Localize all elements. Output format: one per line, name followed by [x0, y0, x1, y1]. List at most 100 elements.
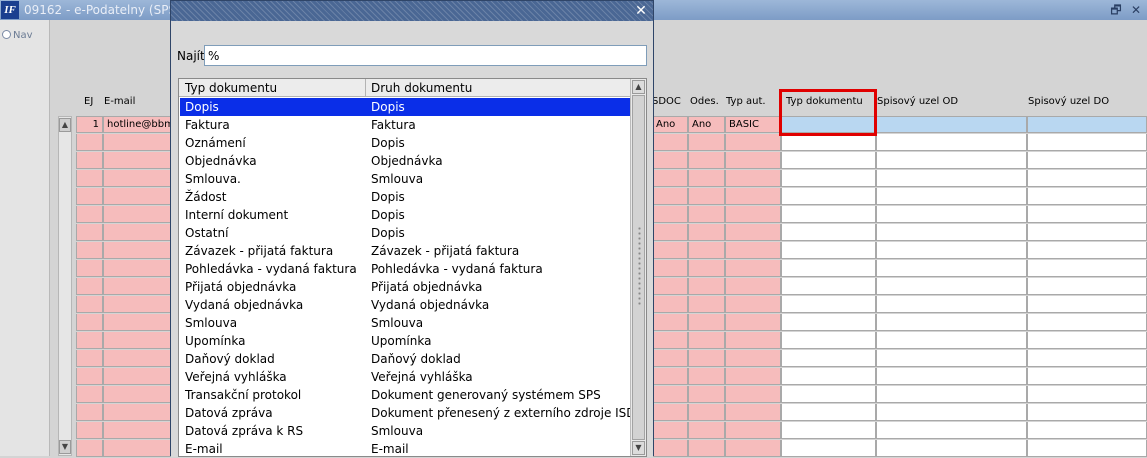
cell-odes[interactable] [688, 404, 725, 421]
cell-spis-do[interactable] [1027, 350, 1147, 367]
list-item[interactable]: Faktura Faktura [180, 116, 630, 134]
cell-spis-od[interactable] [876, 242, 1027, 259]
list-item[interactable]: Datová zpráva Dokument přenesený z extern… [180, 404, 643, 422]
cell-odes[interactable] [688, 242, 725, 259]
scroll-down-icon[interactable]: ▼ [632, 441, 645, 455]
list-item[interactable]: Objednávka Objednávka [180, 152, 630, 170]
list-item[interactable]: Žádost Dopis [180, 188, 630, 206]
cell-odes[interactable] [688, 440, 725, 457]
cell-typ-aut[interactable] [725, 368, 781, 385]
cell-sdoc[interactable]: Ano [652, 116, 688, 133]
cell-spis-od[interactable] [876, 206, 1027, 223]
cell-spis-do[interactable] [1027, 116, 1147, 133]
cell-ej[interactable] [76, 278, 103, 295]
cell-email[interactable] [103, 440, 171, 457]
cell-sdoc[interactable] [652, 332, 688, 349]
list-header-typ[interactable]: Typ dokumentu [185, 81, 277, 95]
cell-spis-od[interactable] [876, 368, 1027, 385]
cell-ej[interactable] [76, 242, 103, 259]
cell-odes[interactable] [688, 332, 725, 349]
cell-sdoc[interactable] [652, 152, 688, 169]
cell-email[interactable] [103, 278, 171, 295]
grid-scrollbar[interactable]: ▲ ▼ [58, 116, 72, 456]
cell-typ-dokumentu[interactable] [781, 152, 876, 169]
cell-spis-do[interactable] [1027, 134, 1147, 151]
cell-sdoc[interactable] [652, 224, 688, 241]
cell-spis-od[interactable] [876, 278, 1027, 295]
cell-email[interactable] [103, 170, 171, 187]
cell-ej[interactable] [76, 404, 103, 421]
cell-typ-dokumentu[interactable] [781, 260, 876, 277]
cell-ej[interactable] [76, 386, 103, 403]
cell-email[interactable] [103, 134, 171, 151]
cell-email[interactable] [103, 242, 171, 259]
cell-sdoc[interactable] [652, 440, 688, 457]
list-item[interactable]: Závazek - přijatá faktura Závazek - přija… [180, 242, 630, 260]
cell-sdoc[interactable] [652, 278, 688, 295]
cell-spis-od[interactable] [876, 332, 1027, 349]
cell-spis-od[interactable] [876, 440, 1027, 457]
cell-typ-aut[interactable] [725, 134, 781, 151]
cell-spis-od[interactable] [876, 296, 1027, 313]
cell-spis-do[interactable] [1027, 422, 1147, 439]
cell-typ-dokumentu[interactable] [781, 422, 876, 439]
cell-typ-aut[interactable] [725, 278, 781, 295]
cell-spis-do[interactable] [1027, 332, 1147, 349]
find-input[interactable] [204, 45, 647, 66]
cell-ej[interactable] [76, 134, 103, 151]
cell-email[interactable] [103, 386, 171, 403]
list-item[interactable]: Přijatá objednávka Přijatá objednávka [180, 278, 630, 296]
cell-ej[interactable] [76, 260, 103, 277]
cell-typ-aut[interactable] [725, 296, 781, 313]
cell-email[interactable] [103, 368, 171, 385]
cell-typ-aut[interactable] [725, 224, 781, 241]
list-item[interactable]: Datová zpráva k RS Smlouva [180, 422, 630, 440]
cell-spis-do[interactable] [1027, 368, 1147, 385]
cell-ej[interactable] [76, 206, 103, 223]
cell-typ-dokumentu[interactable] [781, 242, 876, 259]
cell-ej[interactable] [76, 224, 103, 241]
cell-sdoc[interactable] [652, 242, 688, 259]
cell-email[interactable] [103, 152, 171, 169]
cell-odes[interactable] [688, 368, 725, 385]
cell-spis-od[interactable] [876, 152, 1027, 169]
cell-email[interactable] [103, 422, 171, 439]
list-item[interactable]: Smlouva Smlouva [180, 314, 630, 332]
cell-spis-do[interactable] [1027, 206, 1147, 223]
cell-ej[interactable] [76, 296, 103, 313]
list-item[interactable]: Smlouva. Smlouva [180, 170, 630, 188]
cell-email[interactable] [103, 188, 171, 205]
cell-typ-aut[interactable] [725, 188, 781, 205]
cell-typ-aut[interactable] [725, 332, 781, 349]
list-item[interactable]: Veřejná vyhláška Veřejná vyhláška [180, 368, 630, 386]
cell-odes[interactable] [688, 206, 725, 223]
cell-ej[interactable]: 1 [76, 116, 103, 133]
cell-ej[interactable] [76, 314, 103, 331]
cell-typ-aut[interactable] [725, 170, 781, 187]
list-item[interactable]: Pohledávka - vydaná faktura Pohledávka - … [180, 260, 630, 278]
list-item[interactable]: Ostatní Dopis [180, 224, 630, 242]
cell-sdoc[interactable] [652, 422, 688, 439]
cell-spis-do[interactable] [1027, 278, 1147, 295]
list-item[interactable]: Vydaná objednávka Vydaná objednávka [180, 296, 630, 314]
list-item[interactable]: Interní dokument Dopis [180, 206, 630, 224]
cell-typ-dokumentu[interactable] [781, 278, 876, 295]
cell-spis-od[interactable] [876, 134, 1027, 151]
cell-odes[interactable] [688, 134, 725, 151]
cell-spis-do[interactable] [1027, 260, 1147, 277]
list-item[interactable]: Transakční protokol Dokument generovaný s… [180, 386, 630, 404]
cell-odes[interactable] [688, 224, 725, 241]
cell-typ-aut[interactable] [725, 206, 781, 223]
cell-spis-do[interactable] [1027, 386, 1147, 403]
cell-odes[interactable] [688, 350, 725, 367]
cell-odes[interactable] [688, 260, 725, 277]
cell-sdoc[interactable] [652, 296, 688, 313]
cell-typ-aut[interactable] [725, 404, 781, 421]
nav-tab[interactable]: Nav [2, 30, 33, 41]
cell-email[interactable] [103, 314, 171, 331]
cell-spis-od[interactable] [876, 314, 1027, 331]
list-scrollbar[interactable]: ▲ ▼ [630, 79, 646, 456]
cell-sdoc[interactable] [652, 368, 688, 385]
cell-spis-od[interactable] [876, 404, 1027, 421]
cell-sdoc[interactable] [652, 260, 688, 277]
